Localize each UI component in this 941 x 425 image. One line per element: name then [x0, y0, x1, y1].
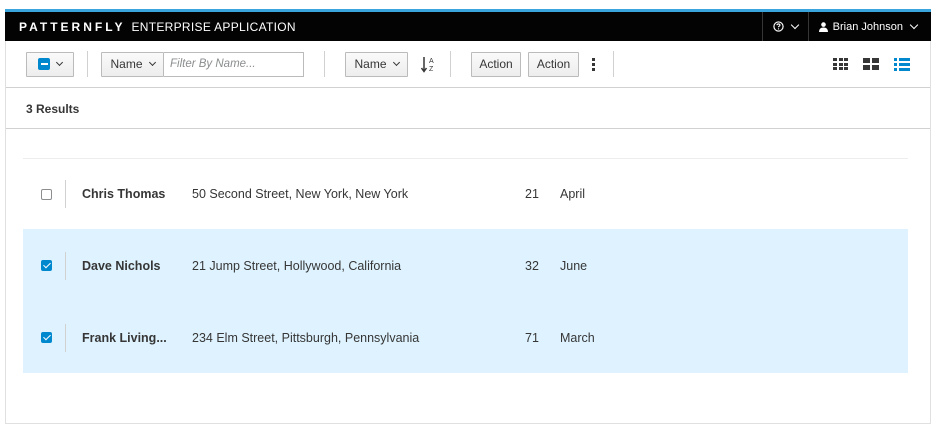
small-icons-view-icon[interactable]: [833, 58, 848, 70]
item-name: Chris Thomas: [82, 187, 166, 201]
svg-text:A: A: [429, 58, 434, 65]
masthead: PATTERNFLY ENTERPRISE APPLICATION Brian …: [5, 9, 931, 41]
user-name: Brian Johnson: [832, 20, 903, 33]
item-address: 21 Jump Street, Hollywood, California: [192, 258, 402, 273]
user-icon: [818, 21, 828, 32]
row-checkbox[interactable]: [41, 188, 52, 200]
bulk-select-checkbox-icon: [38, 58, 50, 70]
row-checkbox[interactable]: [41, 332, 52, 343]
results-bar: 3 Results: [6, 87, 930, 129]
row-checkbox[interactable]: [41, 260, 52, 271]
list-item[interactable]: Dave Nichols 21 Jump Street, Hollywood, …: [23, 229, 908, 302]
list-view: Chris Thomas 50 Second Street, New York,…: [23, 158, 908, 373]
results-count: 3 Results: [26, 102, 80, 116]
bulk-select-dropdown[interactable]: [26, 51, 74, 77]
sort-field-dropdown[interactable]: Name: [345, 51, 408, 77]
item-name: Frank Living...: [82, 330, 167, 345]
toolbar-divider: [450, 51, 451, 77]
chevron-down-icon: [909, 20, 919, 30]
chevron-down-icon: [392, 58, 400, 67]
sort-alpha-asc-icon: A Z: [421, 56, 434, 73]
row-divider: [65, 180, 66, 208]
toolbar: Name Name A Z Action Action: [6, 41, 930, 87]
user-dropdown[interactable]: Brian Johnson: [807, 12, 931, 41]
row-divider: [65, 251, 66, 280]
brand-name: PATTERNFLY: [19, 19, 126, 34]
item-month: March: [560, 330, 595, 345]
action-button-1[interactable]: Action: [471, 51, 521, 77]
item-address: 50 Second Street, New York, New York: [192, 187, 409, 201]
svg-text:Z: Z: [429, 66, 434, 73]
filter-field-label: Name: [110, 57, 143, 71]
row-divider: [65, 323, 66, 352]
kebab-icon[interactable]: [589, 57, 597, 71]
toolbar-divider: [324, 51, 325, 77]
action-button-2[interactable]: Action: [528, 51, 579, 77]
item-age: 32: [525, 258, 539, 273]
action-button-1-label: Action: [479, 57, 513, 71]
view-switcher: [833, 57, 930, 71]
chevron-down-icon: [55, 58, 64, 67]
list-view-icon[interactable]: [894, 57, 910, 71]
content-card: Name Name A Z Action Action: [5, 41, 931, 424]
item-name: Dave Nichols: [82, 258, 161, 273]
large-icons-view-icon[interactable]: [863, 58, 879, 70]
toolbar-divider: [87, 51, 88, 77]
brand[interactable]: PATTERNFLY ENTERPRISE APPLICATION: [5, 12, 296, 41]
item-age: 71: [525, 330, 539, 345]
item-month: April: [560, 187, 586, 201]
filter-field-dropdown[interactable]: Name: [101, 51, 164, 77]
brand-subtitle: ENTERPRISE APPLICATION: [131, 19, 296, 34]
filter-input[interactable]: [164, 51, 304, 77]
sort-field-label: Name: [354, 57, 387, 71]
sort-direction-button[interactable]: A Z: [421, 56, 437, 73]
chevron-down-icon: [148, 58, 156, 67]
list-item[interactable]: Chris Thomas 50 Second Street, New York,…: [23, 159, 908, 229]
action-button-2-label: Action: [536, 57, 571, 71]
list-item[interactable]: Frank Living... 234 Elm Street, Pittsbur…: [23, 302, 908, 373]
question-circle-icon: [772, 21, 784, 32]
chevron-down-icon: [790, 20, 799, 30]
item-age: 21: [525, 187, 539, 201]
toolbar-divider: [613, 51, 614, 77]
item-month: June: [560, 258, 588, 273]
help-dropdown[interactable]: [761, 12, 808, 41]
item-address: 234 Elm Street, Pittsburgh, Pennsylvania: [192, 330, 420, 345]
